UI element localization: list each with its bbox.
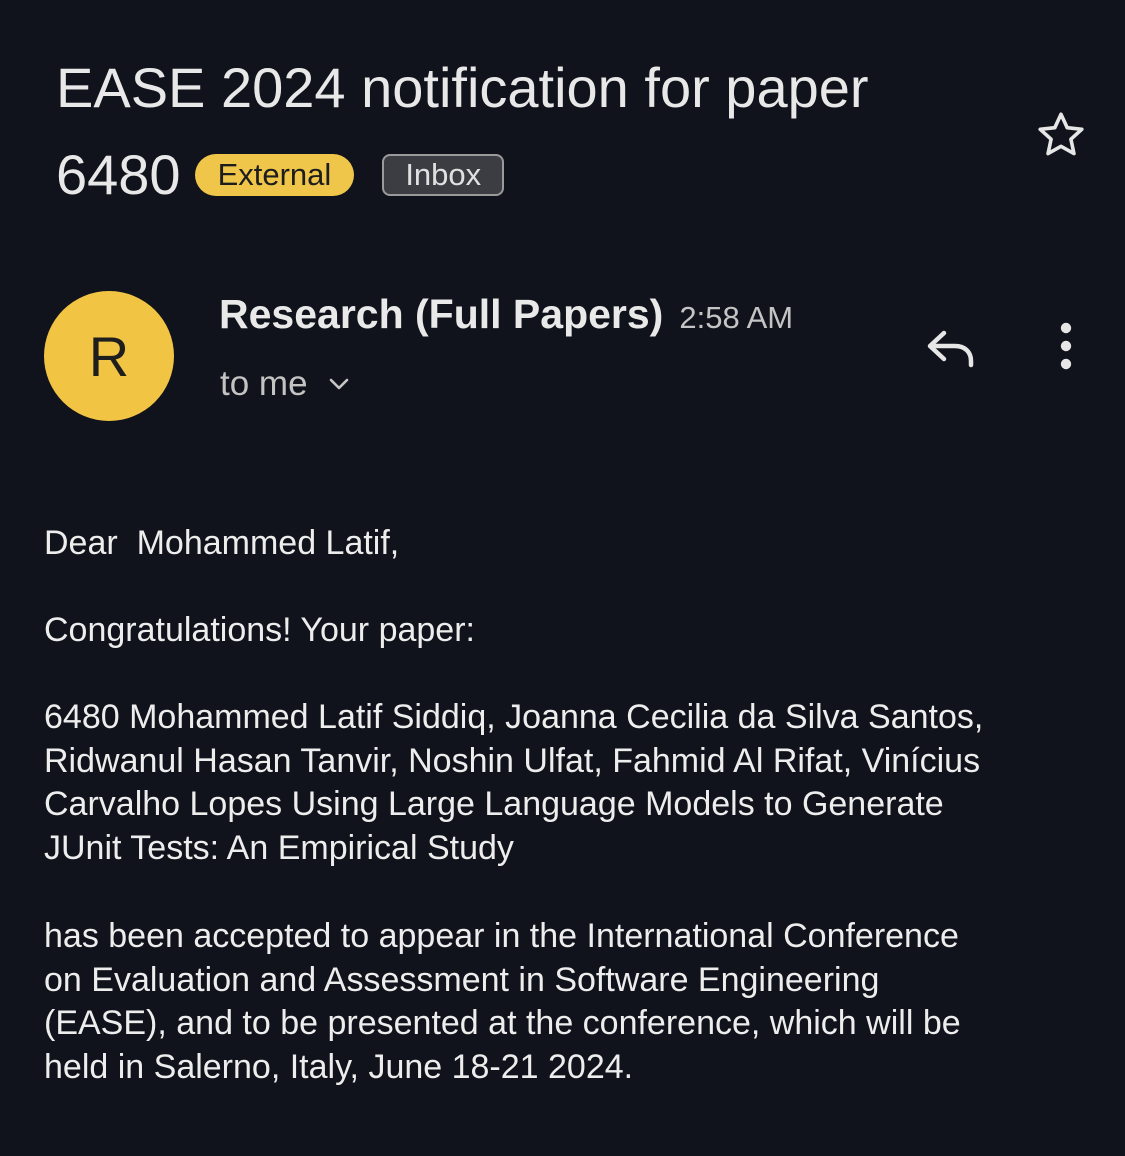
sender-info: Research (Full Papers) 2:58 AM xyxy=(219,291,793,338)
acceptance-line: on Evaluation and Assessment in Software… xyxy=(44,960,880,999)
email-view: EASE 2024 notification for paper 6480 Ex… xyxy=(0,0,1125,1156)
email-greeting: Dear Mohammed Latif, xyxy=(44,524,400,562)
paper-details: 6480 Mohammed Latif Siddiq, Joanna Cecil… xyxy=(44,696,1104,870)
paper-line: Ridwanul Hasan Tanvir, Noshin Ulfat, Fah… xyxy=(44,741,981,780)
email-subject-line2: 6480 External Inbox xyxy=(56,143,505,207)
sender-name[interactable]: Research (Full Papers) xyxy=(219,291,663,338)
paper-line: Carvalho Lopes Using Large Language Mode… xyxy=(44,785,944,823)
chevron-down-icon[interactable] xyxy=(328,377,350,391)
star-icon[interactable] xyxy=(1034,108,1088,162)
reply-icon[interactable] xyxy=(924,326,978,370)
email-subject-number: 6480 xyxy=(56,143,181,206)
acceptance-line: held in Salerno, Italy, June 18-21 2024. xyxy=(44,1047,634,1086)
received-time: 2:58 AM xyxy=(679,300,794,335)
recipient-label: to me xyxy=(220,364,308,403)
sender-avatar[interactable]: R xyxy=(44,291,174,421)
paper-line: JUnit Tests: An Empirical Study xyxy=(44,828,514,867)
recipient-details-toggle[interactable]: to me xyxy=(220,364,350,404)
acceptance-line: has been accepted to appear in the Inter… xyxy=(44,917,959,955)
more-vert-icon[interactable] xyxy=(1056,322,1076,370)
email-subject: EASE 2024 notification for paper xyxy=(56,56,869,119)
acceptance-paragraph: has been accepted to appear in the Inter… xyxy=(44,915,1104,1089)
email-congratulations: Congratulations! Your paper: xyxy=(44,611,475,649)
inbox-label-chip[interactable]: Inbox xyxy=(382,154,505,196)
acceptance-line: (EASE), and to be presented at the confe… xyxy=(44,1004,961,1042)
paper-line: 6480 Mohammed Latif Siddiq, Joanna Cecil… xyxy=(44,698,984,736)
external-label-chip[interactable]: External xyxy=(194,154,355,196)
